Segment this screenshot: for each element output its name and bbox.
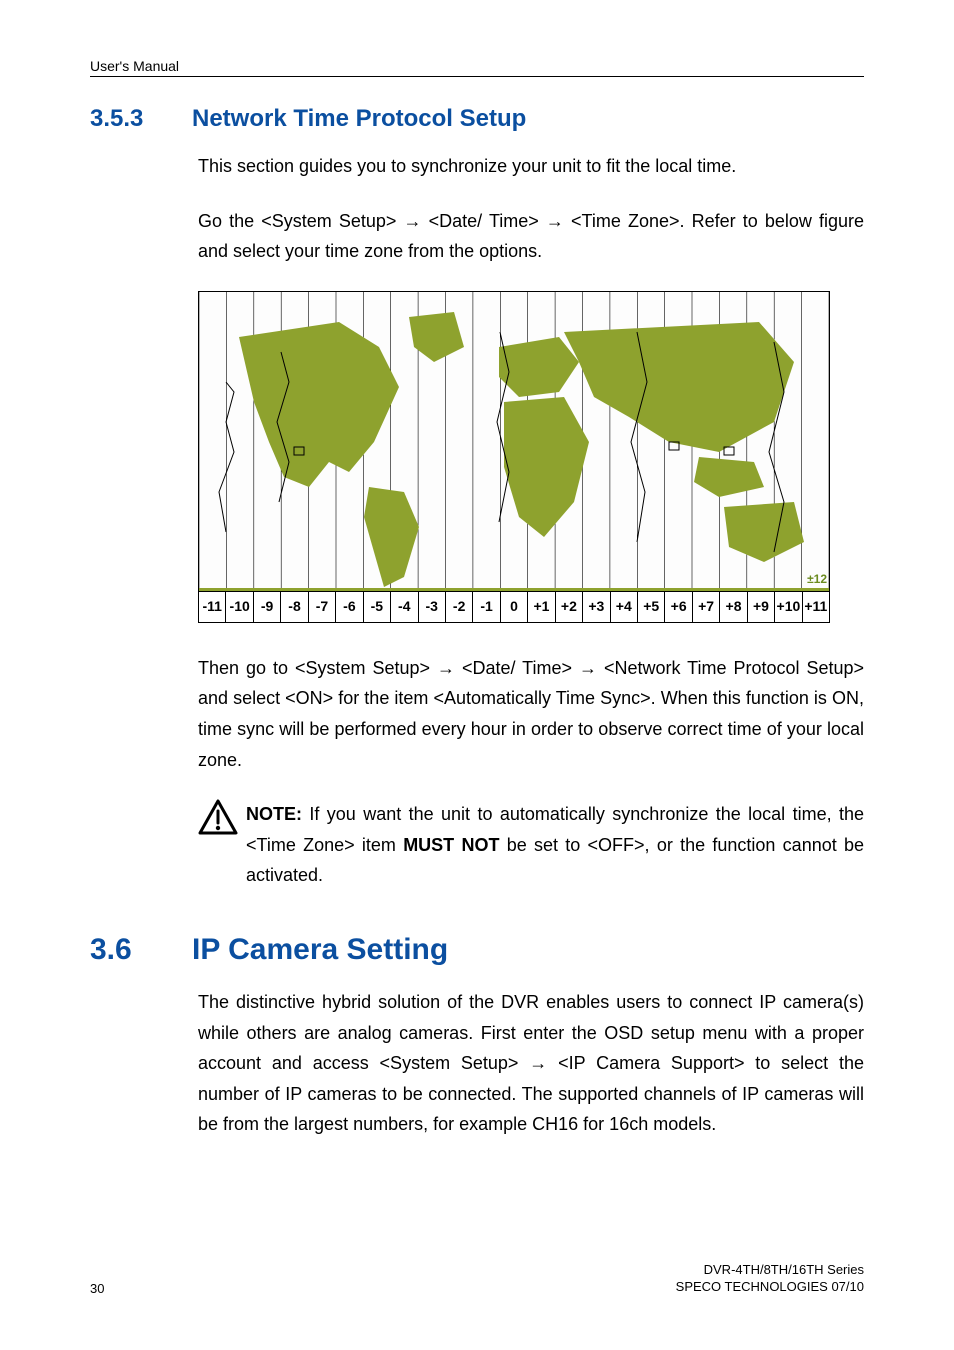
tz-offset-cell: +10 [775, 592, 802, 622]
footer-line2: SPECO TECHNOLOGIES 07/10 [676, 1278, 864, 1296]
arrow-icon: → [529, 1053, 547, 1073]
tz-offset-cell: -10 [226, 592, 253, 622]
tz-offset-cell: +2 [556, 592, 583, 622]
heading-title: Network Time Protocol Setup [192, 105, 526, 132]
tz-offset-cell: -11 [199, 592, 226, 622]
page: User's Manual 3.5.3Network Time Protocol… [0, 0, 954, 1350]
paragraph: Then go to <System Setup> → <Date/ Time>… [198, 653, 864, 775]
timezone-offset-strip: -11-10-9-8-7-6-5-4-3-2-10+1+2+3+4+5+6+7+… [199, 591, 829, 622]
text-run: Go the <System Setup> [198, 211, 404, 231]
tz-offset-cell: +9 [748, 592, 775, 622]
note-text: NOTE: If you want the unit to automatica… [246, 799, 864, 891]
heading-number: 3.5.3 [90, 105, 192, 133]
arrow-icon: → [437, 658, 455, 678]
heading-title: IP Camera Setting [192, 933, 448, 966]
tz-offset-cell: -4 [391, 592, 418, 622]
tz-offset-cell: -6 [336, 592, 363, 622]
tz-offset-cell: 0 [501, 592, 528, 622]
tz-offset-cell: +5 [638, 592, 665, 622]
paragraph: Go the <System Setup> → <Date/ Time> → <… [198, 206, 864, 267]
heading-3-5-3: 3.5.3Network Time Protocol Setup [90, 105, 864, 133]
tz-corner-tag: ±12 [807, 569, 827, 589]
world-map-svg [199, 292, 829, 622]
tz-offset-cell: +7 [693, 592, 720, 622]
world-map-figure: ±12 -11-10-9-8-7-6-5-4-3-2-10+1+2+3+4+5+… [198, 291, 830, 623]
tz-offset-cell: -7 [309, 592, 336, 622]
page-number: 30 [90, 1281, 104, 1296]
text-run: Then go to <System Setup> [198, 658, 437, 678]
paragraph: This section guides you to synchronize y… [198, 151, 864, 182]
tz-offset-cell: -3 [419, 592, 446, 622]
note-mustnot: MUST NOT [403, 835, 499, 855]
text-run: <Date/ Time> [455, 658, 579, 678]
text-run: <Date/ Time> [422, 211, 546, 231]
running-header: User's Manual [90, 58, 864, 77]
tz-offset-cell: +11 [803, 592, 829, 622]
arrow-icon: → [546, 211, 564, 231]
tz-offset-cell: +8 [720, 592, 747, 622]
tz-offset-cell: -1 [473, 592, 500, 622]
warning-icon [198, 799, 238, 837]
paragraph: The distinctive hybrid solution of the D… [198, 987, 864, 1140]
arrow-icon: → [404, 211, 422, 231]
section-body: The distinctive hybrid solution of the D… [198, 987, 864, 1140]
tz-offset-cell: +4 [611, 592, 638, 622]
tz-offset-cell: +1 [528, 592, 555, 622]
tz-offset-cell: +6 [665, 592, 692, 622]
note-label: NOTE: [246, 804, 302, 824]
tz-offset-cell: -9 [254, 592, 281, 622]
tz-offset-cell: -2 [446, 592, 473, 622]
heading-number: 3.6 [90, 933, 192, 967]
arrow-icon: → [579, 658, 597, 678]
tz-offset-cell: -5 [364, 592, 391, 622]
page-footer: 30 DVR-4TH/8TH/16TH Series SPECO TECHNOL… [90, 1261, 864, 1296]
heading-3-6: 3.6IP Camera Setting [90, 933, 864, 967]
timezone-map: ±12 -11-10-9-8-7-6-5-4-3-2-10+1+2+3+4+5+… [198, 291, 864, 623]
section-body: This section guides you to synchronize y… [198, 151, 864, 775]
note-block: NOTE: If you want the unit to automatica… [198, 799, 864, 891]
tz-offset-cell: +3 [583, 592, 610, 622]
footer-right: DVR-4TH/8TH/16TH Series SPECO TECHNOLOGI… [676, 1261, 864, 1296]
footer-line1: DVR-4TH/8TH/16TH Series [676, 1261, 864, 1279]
tz-offset-cell: -8 [281, 592, 308, 622]
